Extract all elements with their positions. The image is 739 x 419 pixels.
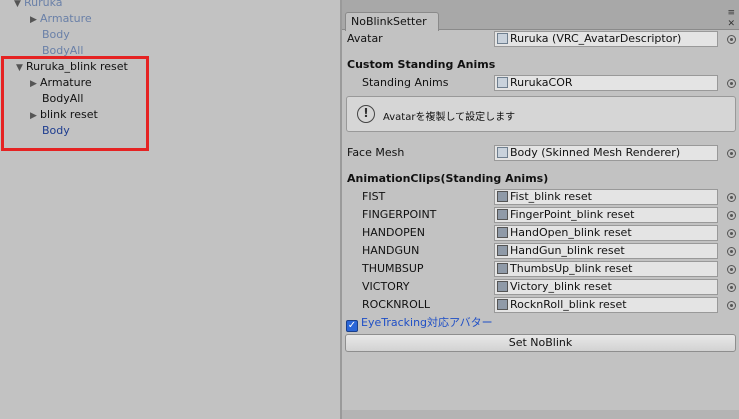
info-icon: !	[357, 105, 375, 123]
hierarchy-item-armature[interactable]: ▶ Armature	[30, 75, 92, 91]
eyetracking-toggle[interactable]: ✓ EyeTracking対応アバター	[346, 316, 493, 332]
clip-field-fingerpoint[interactable]: FingerPoint_blink reset	[494, 207, 718, 223]
clip-value: HandOpen_blink reset	[510, 226, 632, 239]
clip-label-handgun: HANDGUN	[362, 244, 420, 257]
object-picker-icon[interactable]	[727, 35, 736, 44]
face-mesh-label: Face Mesh	[347, 146, 405, 159]
animation-clip-icon	[497, 209, 508, 220]
object-picker-icon[interactable]	[727, 265, 736, 274]
hierarchy-item-label: Ruruka_blink reset	[26, 60, 128, 73]
section-header-clips: AnimationClips(Standing Anims)	[347, 172, 549, 185]
standing-anims-value: RurukaCOR	[510, 76, 573, 89]
close-icon[interactable]: ✕	[727, 19, 735, 29]
hierarchy-item-blink-reset[interactable]: ▶ blink reset	[30, 107, 98, 123]
standing-anims-field[interactable]: RurukaCOR	[494, 75, 718, 91]
face-mesh-value: Body (Skinned Mesh Renderer)	[510, 146, 681, 159]
object-picker-icon[interactable]	[727, 229, 736, 238]
clip-label-handopen: HANDOPEN	[362, 226, 425, 239]
eyetracking-label: EyeTracking対応アバター	[361, 316, 493, 329]
clip-field-fist[interactable]: Fist_blink reset	[494, 189, 718, 205]
controller-icon	[497, 77, 508, 88]
animation-clip-icon	[497, 227, 508, 238]
section-header-custom: Custom Standing Anims	[347, 58, 496, 71]
hierarchy-item-label: blink reset	[40, 108, 98, 121]
noblinksetter-window: NoBlinkSetter ≡ ✕ Avatar Ruruka (VRC_Ava…	[342, 0, 739, 419]
clip-label-fingerpoint: FINGERPOINT	[362, 208, 437, 221]
expand-triangle-icon[interactable]: ▼	[16, 60, 26, 76]
expand-triangle-icon[interactable]: ▼	[14, 0, 24, 12]
hierarchy-item-label: Body	[42, 28, 70, 41]
clip-value: ThumbsUp_blink reset	[510, 262, 633, 275]
clip-field-thumbsup[interactable]: ThumbsUp_blink reset	[494, 261, 718, 277]
clip-field-handgun[interactable]: HandGun_blink reset	[494, 243, 718, 259]
standing-anims-label: Standing Anims	[362, 76, 449, 89]
hierarchy-item-body[interactable]: Body	[42, 123, 70, 139]
object-picker-icon[interactable]	[727, 283, 736, 292]
clip-label-victory: VICTORY	[362, 280, 410, 293]
hierarchy-item-body[interactable]: Body	[42, 27, 70, 43]
hierarchy-item-label: Body	[42, 124, 70, 137]
hierarchy-item-label: Ruruka	[24, 0, 63, 9]
animation-clip-icon	[497, 191, 508, 202]
clip-label-fist: FIST	[362, 190, 386, 203]
window-tab-bar: NoBlinkSetter ≡ ✕	[342, 0, 739, 31]
clip-field-victory[interactable]: Victory_blink reset	[494, 279, 718, 295]
avatar-value: Ruruka (VRC_AvatarDescriptor)	[510, 32, 682, 45]
clip-field-handopen[interactable]: HandOpen_blink reset	[494, 225, 718, 241]
face-mesh-field[interactable]: Body (Skinned Mesh Renderer)	[494, 145, 718, 161]
animation-clip-icon	[497, 263, 508, 274]
object-picker-icon[interactable]	[727, 149, 736, 158]
avatar-field[interactable]: Ruruka (VRC_AvatarDescriptor)	[494, 31, 718, 47]
animation-clip-icon	[497, 245, 508, 256]
hierarchy-item-ruruka-blink-reset[interactable]: ▼ Ruruka_blink reset	[16, 59, 128, 75]
animation-clip-icon	[497, 281, 508, 292]
hierarchy-item-armature[interactable]: ▶ Armature	[30, 11, 92, 27]
clip-value: HandGun_blink reset	[510, 244, 625, 257]
object-picker-icon[interactable]	[727, 193, 736, 202]
collapse-triangle-icon[interactable]: ▶	[30, 12, 40, 28]
collapse-triangle-icon[interactable]: ▶	[30, 76, 40, 92]
window-menu-icon[interactable]: ≡	[727, 8, 735, 18]
info-helpbox: ! Avatarを複製して設定します	[346, 96, 736, 132]
clip-field-rocknroll[interactable]: RocknRoll_blink reset	[494, 297, 718, 313]
set-noblink-button[interactable]: Set NoBlink	[345, 334, 736, 352]
avatar-label: Avatar	[347, 32, 383, 45]
window-bottom-strip	[342, 410, 739, 419]
clip-label-thumbsup: THUMBSUP	[362, 262, 424, 275]
animation-clip-icon	[497, 299, 508, 310]
object-picker-icon[interactable]	[727, 211, 736, 220]
hierarchy-item-bodyall[interactable]: BodyAll	[42, 91, 83, 107]
clip-label-rocknroll: ROCKNROLL	[362, 298, 430, 311]
hierarchy-item-ruruka[interactable]: ▼ Ruruka	[14, 0, 63, 11]
hierarchy-item-label: BodyAll	[42, 92, 84, 105]
mesh-renderer-icon	[497, 147, 508, 158]
collapse-triangle-icon[interactable]: ▶	[30, 108, 40, 124]
clip-value: Fist_blink reset	[510, 190, 592, 203]
clip-value: Victory_blink reset	[510, 280, 612, 293]
hierarchy-item-label: Armature	[40, 12, 92, 25]
window-tab[interactable]: NoBlinkSetter	[345, 12, 439, 31]
hierarchy-item-label: Armature	[40, 76, 92, 89]
eyetracking-checkbox[interactable]: ✓	[346, 320, 358, 332]
object-picker-icon[interactable]	[727, 247, 736, 256]
object-picker-icon[interactable]	[727, 79, 736, 88]
object-picker-icon[interactable]	[727, 301, 736, 310]
clip-value: FingerPoint_blink reset	[510, 208, 635, 221]
helpbox-text: Avatarを複製して設定します	[383, 112, 516, 123]
clip-value: RocknRoll_blink reset	[510, 298, 627, 311]
hierarchy-panel: ▼ Ruruka ▶ Armature Body BodyAll ▼ Ruruka_b…	[0, 0, 340, 419]
component-icon	[497, 33, 508, 44]
